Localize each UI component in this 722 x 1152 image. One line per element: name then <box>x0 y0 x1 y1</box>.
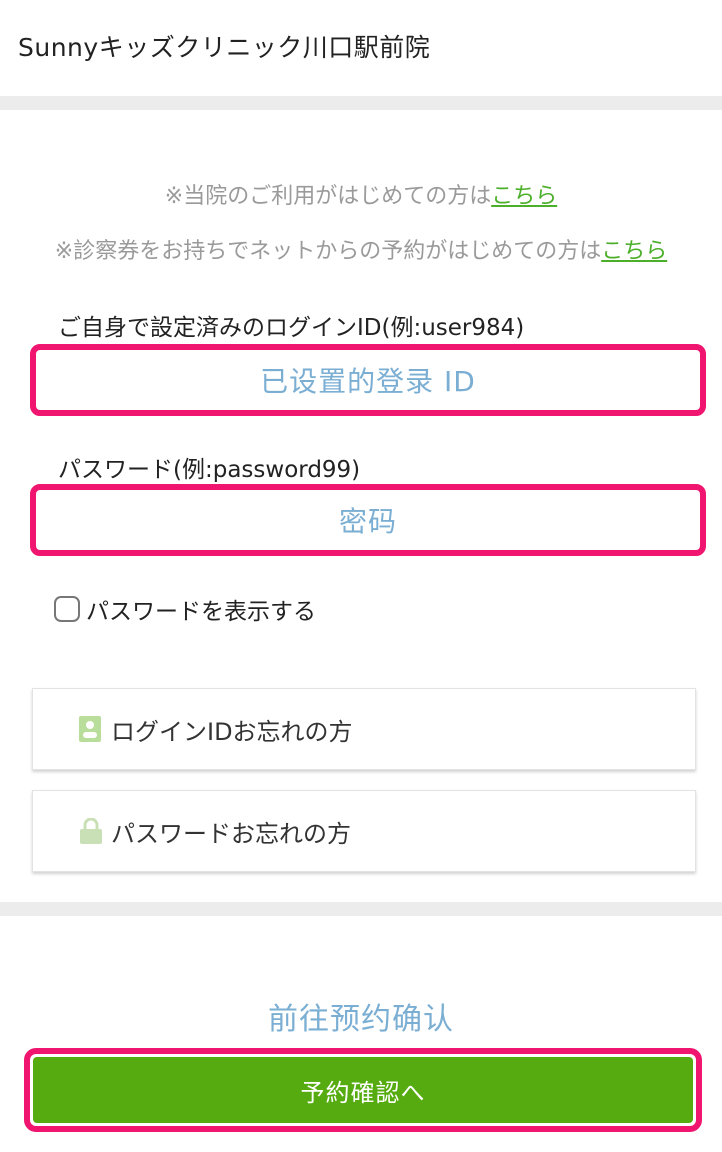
password-placeholder: 密码 <box>338 505 397 538</box>
show-password-row[interactable]: パスワードを表示する <box>54 592 316 626</box>
net-booking-notice-text: ※診察券をお持ちでネットからの予約がはじめての方は <box>54 239 602 264</box>
forgot-password-label: パスワードお忘れの方 <box>111 819 351 848</box>
app-header: Sunnyキッズクリニック川口駅前院 <box>0 0 722 96</box>
section-divider-bottom <box>0 902 722 916</box>
show-password-label[interactable]: パスワードを表示する <box>86 592 316 626</box>
lock-icon <box>79 817 102 844</box>
forgot-id-label: ログインIDお忘れの方 <box>111 717 353 746</box>
forgot-id-button[interactable]: ログインIDお忘れの方 <box>32 688 696 770</box>
first-visit-link[interactable]: こちら <box>491 184 557 209</box>
clinic-name: Sunnyキッズクリニック川口駅前院 <box>18 33 431 62</box>
login-id-placeholder: 已设置的登录 ID <box>260 365 476 398</box>
confirm-highlight: 予約確認へ <box>24 1048 702 1132</box>
first-visit-notice: ※当院のご利用がはじめての方はこちら <box>0 178 722 210</box>
id-card-icon <box>79 716 101 742</box>
net-booking-notice: ※診察券をお持ちでネットからの予約がはじめての方はこちら <box>0 233 722 265</box>
password-input[interactable]: 密码 <box>30 484 706 556</box>
section-divider <box>0 96 722 110</box>
first-visit-notice-text: ※当院のご利用がはじめての方は <box>164 184 492 209</box>
confirm-hint: 前往预约确认 <box>268 1002 454 1037</box>
login-id-input[interactable]: 已设置的登录 ID <box>30 344 706 416</box>
password-label: パスワード(例:password99) <box>58 457 361 483</box>
net-booking-link[interactable]: こちら <box>601 239 667 264</box>
show-password-checkbox[interactable] <box>54 596 80 622</box>
forgot-password-button[interactable]: パスワードお忘れの方 <box>32 790 696 872</box>
login-id-label: ご自身で設定済みのログインID(例:user984) <box>58 315 525 341</box>
reservation-confirm-button[interactable]: 予約確認へ <box>33 1057 693 1123</box>
